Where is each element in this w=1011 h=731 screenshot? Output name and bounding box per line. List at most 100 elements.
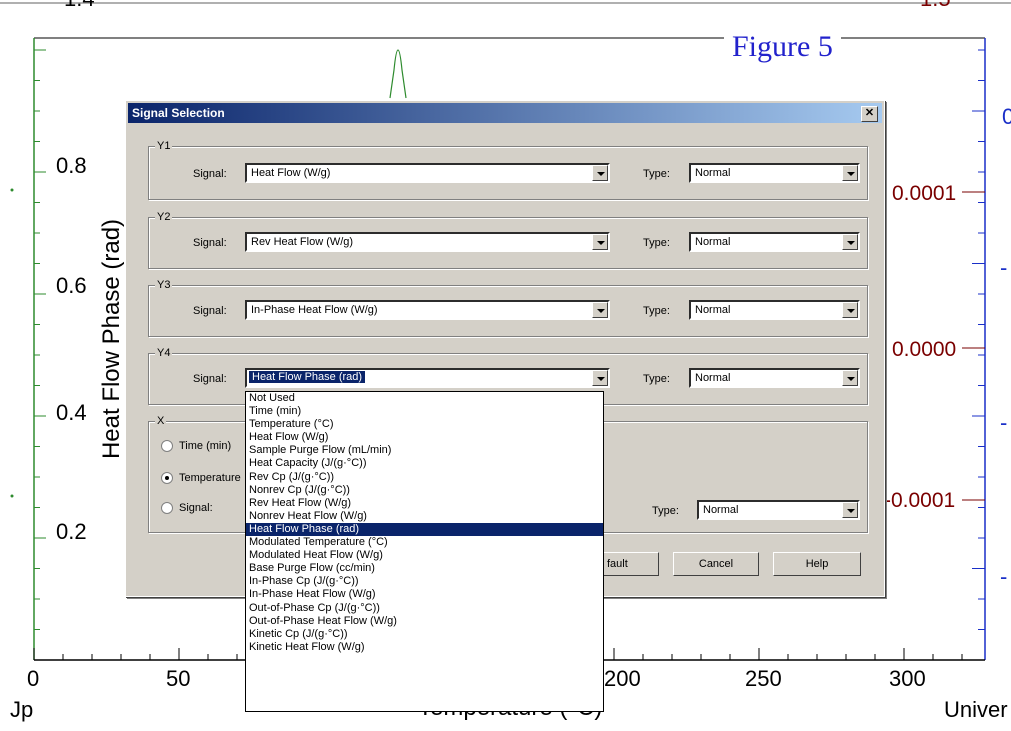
chevron-down-icon[interactable]	[842, 370, 858, 386]
dropdown-option[interactable]: In-Phase Cp (J/(g·°C))	[246, 575, 603, 588]
combo-value: Normal	[695, 372, 731, 384]
chevron-down-icon[interactable]	[592, 234, 608, 250]
chevron-down-icon[interactable]	[592, 370, 608, 386]
right-tick-label: -0.0001	[884, 489, 956, 512]
right-tick-label: 0.0001	[892, 182, 957, 205]
chevron-down-icon[interactable]	[842, 502, 858, 518]
dropdown-option[interactable]: Base Purge Flow (cc/min)	[246, 562, 603, 575]
button-label: Cancel	[698, 558, 734, 570]
x-tick-label: 0	[27, 666, 40, 691]
signal-dropdown-list[interactable]: Not Used Time (min) Temperature (°C) Heat F…	[245, 391, 604, 712]
chevron-down-icon[interactable]	[592, 165, 608, 181]
y1-signal-select[interactable]: Heat Flow (W/g)	[245, 163, 610, 183]
cancel-button[interactable]: Cancel	[673, 552, 759, 576]
combo-value: Normal	[695, 167, 731, 179]
dropdown-option[interactable]: Not Used	[246, 392, 603, 405]
corner-right-text: Univer	[944, 697, 1008, 722]
close-icon: ✕	[864, 107, 875, 119]
dropdown-option[interactable]: Out-of-Phase Heat Flow (W/g)	[246, 615, 603, 628]
combo-value: In-Phase Heat Flow (W/g)	[251, 304, 378, 316]
left-tick-label: 0.8	[56, 153, 87, 178]
radio-button[interactable]	[161, 440, 173, 453]
group-y1: Y1 Signal: Heat Flow (W/g) Type: Normal	[148, 140, 868, 200]
radio-signal[interactable]: Signal:	[161, 502, 213, 515]
radio-temperature[interactable]: Temperature	[161, 472, 241, 485]
radio-button[interactable]	[161, 472, 173, 485]
dropdown-option[interactable]: Rev Cp (J/(g·°C))	[246, 471, 603, 484]
combo-value: Normal	[695, 236, 731, 248]
type-label: Type:	[643, 305, 670, 317]
chevron-down-icon[interactable]	[842, 302, 858, 318]
dropdown-option[interactable]: Heat Capacity (J/(g·°C))	[246, 457, 603, 470]
dropdown-option[interactable]: Kinetic Heat Flow (W/g)	[246, 641, 603, 654]
y2-signal-select[interactable]: Rev Heat Flow (W/g)	[245, 232, 610, 252]
group-legend: Y1	[155, 140, 173, 152]
dropdown-option[interactable]: Kinetic Cp (J/(g·°C))	[246, 628, 603, 641]
top-left-fragment: 1.4	[64, 0, 95, 12]
chevron-down-icon[interactable]	[592, 302, 608, 318]
x-tick-label: 300	[889, 666, 926, 691]
group-y2: Y2 Signal: Rev Heat Flow (W/g) Type: Nor…	[148, 211, 868, 269]
dropdown-option[interactable]: Heat Flow (W/g)	[246, 431, 603, 444]
signal-label: Signal:	[193, 373, 227, 385]
group-legend: Y4	[155, 347, 173, 359]
blue-tick-label: 0	[1002, 104, 1011, 129]
right-tick-label: 0.0000	[892, 338, 957, 361]
radio-button[interactable]	[161, 502, 173, 515]
button-label: fault	[607, 558, 628, 570]
dropdown-option[interactable]: In-Phase Heat Flow (W/g)	[246, 588, 603, 601]
radio-label: Time (min)	[179, 440, 232, 452]
dropdown-option[interactable]: Nonrev Cp (J/(g·°C))	[246, 484, 603, 497]
dropdown-option[interactable]: Heat Flow Phase (rad)	[246, 522, 603, 537]
combo-value: Normal	[703, 504, 739, 516]
dropdown-option[interactable]: Temperature (°C)	[246, 418, 603, 431]
radio-time[interactable]: Time (min)	[161, 440, 232, 453]
type-label: Type:	[652, 505, 679, 517]
signal-label: Signal:	[193, 168, 227, 180]
x-tick-label: 200	[604, 666, 641, 691]
x-type-select[interactable]: Normal	[697, 500, 860, 520]
combo-value: Normal	[695, 304, 731, 316]
x-tick-label: 50	[166, 666, 191, 691]
combo-value: Heat Flow (W/g)	[251, 167, 331, 179]
y2-type-select[interactable]: Normal	[689, 232, 860, 252]
dropdown-option[interactable]: Nonrev Heat Flow (W/g)	[246, 510, 603, 523]
close-button[interactable]: ✕	[861, 106, 878, 122]
blue-tick-label: -	[1000, 410, 1008, 435]
button-label: Help	[805, 558, 829, 570]
dropdown-option[interactable]: Sample Purge Flow (mL/min)	[246, 444, 603, 457]
signal-label: Signal:	[193, 237, 227, 249]
chevron-down-icon[interactable]	[842, 165, 858, 181]
dropdown-option[interactable]: Modulated Temperature (°C)	[246, 536, 603, 549]
y3-signal-select[interactable]: In-Phase Heat Flow (W/g)	[245, 300, 610, 320]
y3-type-select[interactable]: Normal	[689, 300, 860, 320]
blue-tick-label: -	[1000, 564, 1008, 589]
y4-signal-select[interactable]: Heat Flow Phase (rad)	[245, 368, 610, 388]
left-tick-label: 0.6	[56, 273, 87, 298]
group-legend: Y3	[155, 279, 173, 291]
dropdown-option[interactable]: Modulated Heat Flow (W/g)	[246, 549, 603, 562]
combo-value: Heat Flow Phase (rad)	[247, 370, 367, 384]
group-legend: X	[155, 415, 167, 427]
x-tick-label: 250	[745, 666, 782, 691]
dropdown-option[interactable]: Rev Heat Flow (W/g)	[246, 497, 603, 510]
figure-title: Figure 5	[724, 30, 841, 64]
y-axis-label: Heat Flow Phase (rad)	[98, 218, 125, 460]
top-right-fragment: 1.5	[920, 0, 951, 12]
combo-value: Rev Heat Flow (W/g)	[251, 236, 354, 248]
dialog-titlebar[interactable]: Signal Selection ✕	[128, 103, 882, 123]
blue-tick-label: -	[1000, 255, 1008, 280]
group-legend: Y2	[155, 211, 173, 223]
signal-label: Signal:	[193, 305, 227, 317]
dropdown-option[interactable]: Out-of-Phase Cp (J/(g·°C))	[246, 602, 603, 615]
help-button[interactable]: Help	[773, 552, 861, 576]
dropdown-option[interactable]: Time (min)	[246, 405, 603, 418]
y1-type-select[interactable]: Normal	[689, 163, 860, 183]
y4-type-select[interactable]: Normal	[689, 368, 860, 388]
chevron-down-icon[interactable]	[842, 234, 858, 250]
type-label: Type:	[643, 373, 670, 385]
left-tick-label: 0.4	[56, 400, 87, 425]
radio-label: Signal:	[179, 502, 213, 514]
type-label: Type:	[643, 168, 670, 180]
left-tick-label: 0.2	[56, 519, 87, 544]
